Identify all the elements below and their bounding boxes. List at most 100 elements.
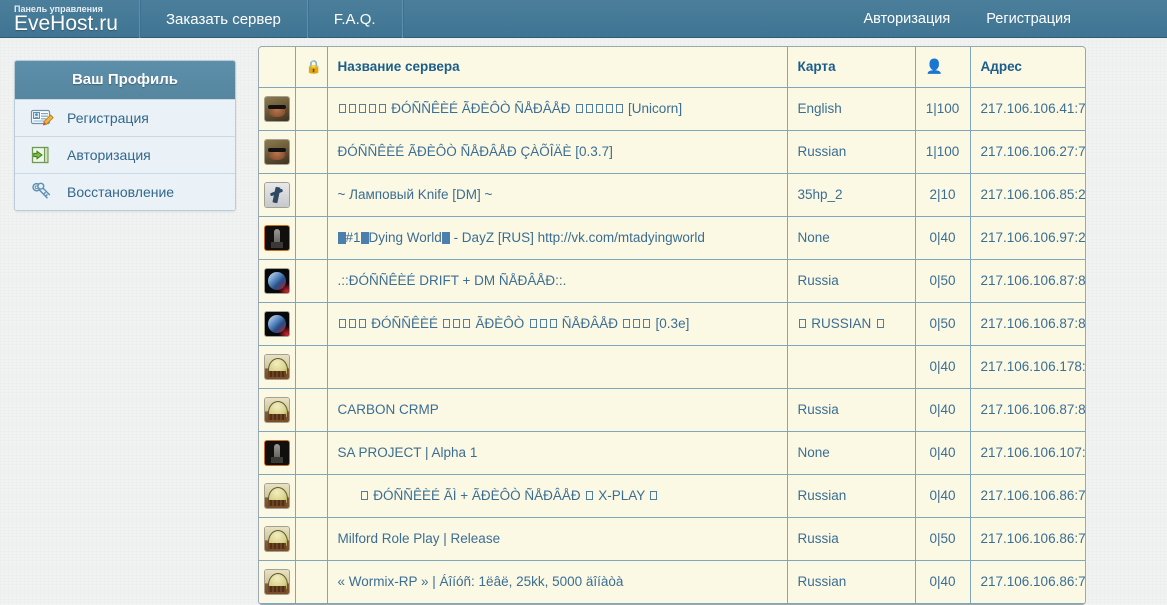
server-name-text: Milford Role Play | Release [338,531,501,546]
address-cell[interactable]: 217.106.106.87:8184 [970,259,1086,302]
nav-faq[interactable]: F.A.Q. [308,0,403,38]
registration-card-icon [29,106,55,130]
table-row[interactable]: SA PROJECT | Alpha 1None0|40217.106.106.… [259,431,1086,474]
players-cell: 0|40 [915,388,970,431]
players-cell: 0|40 [915,216,970,259]
server-name-text: #1Dying World - DayZ [RUS] http://vk.com… [338,230,705,245]
login-arrow-icon [29,143,55,167]
game-icon-cell [259,87,295,130]
column-header-password[interactable]: 🔒 [295,47,327,87]
missing-glyph [877,319,884,328]
brand-title: EveHost.ru [14,13,139,35]
nav-right-group: Авторизация Регистрация [846,0,1167,37]
top-navbar: Панель управления EveHost.ru Заказать се… [0,0,1167,38]
address-cell[interactable]: 217.106.106.86:7031 [970,560,1086,603]
server-name-cell[interactable]: .::ÐÓÑÑÊÈÉ DRIFT + DM ÑÅÐÂÅÐ::. [327,259,787,302]
table-row[interactable]: 0|40217.106.106.178:7160 [259,345,1086,388]
block-glyph [442,232,450,244]
map-cell: Russia [787,388,915,431]
missing-glyph [361,491,368,500]
samp-game-icon [265,140,289,164]
table-row[interactable]: ÐÓÑÑÊÈÉ ÃÌ + ÃÐÈÔÒ ÑÅÐÂÅÐ X-PLAY Russian… [259,474,1086,517]
address-cell[interactable]: 217.106.106.86:7002 [970,517,1086,560]
mta-game-icon [265,484,289,508]
mta-game-icon [265,570,289,594]
nav-login[interactable]: Авторизация [846,0,969,38]
address-cell[interactable]: 217.106.106.97:22003 [970,216,1086,259]
address-cell[interactable]: 217.106.106.41:7777 [970,87,1086,130]
profile-sidebar: Ваш Профиль Регистрация [14,60,236,211]
game-icon-cell [259,259,295,302]
map-cell: English [787,87,915,130]
password-cell [295,474,327,517]
column-header-address[interactable]: Адрес [970,47,1086,87]
game-icon-cell [259,517,295,560]
table-row[interactable]: ÐÓÑÑÊÈÉ ÃÐÈÔÒ ÑÅÐÂÅÐ ÇÀÕÎÄÈ [0.3.7]Russi… [259,130,1086,173]
address-cell[interactable]: 217.106.106.87:8019 [970,388,1086,431]
server-name-text: CARBON CRMP [338,402,439,417]
table-row[interactable]: CARBON CRMP Russia0|40217.106.106.87:8019 [259,388,1086,431]
address-cell[interactable]: 217.106.106.86:7025 [970,474,1086,517]
server-name-cell[interactable] [327,345,787,388]
sidebar-item-recovery[interactable]: Восстановление [15,173,235,210]
sidebar-item-label: Восстановление [67,184,174,200]
password-cell [295,560,327,603]
server-name-cell[interactable]: ÐÓÑÑÊÈÉ ÃÌ + ÃÐÈÔÒ ÑÅÐÂÅÐ X-PLAY [327,474,787,517]
missing-glyph [349,104,356,113]
table-row[interactable]: Milford Role Play | ReleaseRussia0|50217… [259,517,1086,560]
address-cell[interactable]: 217.106.106.107:22029 [970,431,1086,474]
password-cell [295,302,327,345]
column-header-server-name[interactable]: Название сервера [327,47,787,87]
table-row[interactable]: .::ÐÓÑÑÊÈÉ DRIFT + DM ÑÅÐÂÅÐ::.Russia0|5… [259,259,1086,302]
address-cell[interactable]: 217.106.106.27:7777 [970,130,1086,173]
sidebar-item-label: Регистрация [67,110,149,126]
address-cell[interactable]: 217.106.106.85:27201 [970,173,1086,216]
missing-glyph [379,104,386,113]
sidebar-item-authorization[interactable]: Авторизация [15,136,235,173]
server-name-text: « Wormix-RP » | Áîíóñ: 1ëâë, 25kk, 5000 … [338,574,624,589]
address-cell[interactable]: 217.106.106.87:8020 [970,302,1086,345]
map-cell: Russian [787,560,915,603]
dayz-game-icon [265,226,289,250]
server-name-cell[interactable]: ÐÓÑÑÊÈÉ ÃÐÈÔÒ ÑÅÐÂÅÐ [0.3e] [327,302,787,345]
table-row[interactable]: #1Dying World - DayZ [RUS] http://vk.com… [259,216,1086,259]
column-header-map[interactable]: Карта [787,47,915,87]
server-list-table: 🔒 Название сервера Карта 👤 Адрес ÐÓÑÑÊÈÉ… [259,47,1086,604]
table-row[interactable]: ÐÓÑÑÊÈÉ ÃÐÈÔÒ ÑÅÐÂÅÐ [0.3e] RUSSIAN 0|50… [259,302,1086,345]
missing-glyph [463,319,470,328]
server-name-cell[interactable]: Milford Role Play | Release [327,517,787,560]
server-name-cell[interactable]: ÐÓÑÑÊÈÉ ÃÐÈÔÒ ÑÅÐÂÅÐ ÇÀÕÎÄÈ [0.3.7] [327,130,787,173]
missing-glyph [623,319,630,328]
password-cell [295,130,327,173]
password-cell [295,87,327,130]
table-row[interactable]: ~ Ламповый Knife [DM] ~35hp_22|10217.106… [259,173,1086,216]
game-icon-cell [259,388,295,431]
server-name-text: ÐÓÑÑÊÈÉ ÃÌ + ÃÐÈÔÒ ÑÅÐÂÅÐ X-PLAY [338,488,659,503]
game-icon-cell [259,431,295,474]
players-cell: 1|100 [915,130,970,173]
map-cell: None [787,431,915,474]
nav-register[interactable]: Регистрация [968,0,1089,38]
missing-glyph [633,319,640,328]
server-name-cell[interactable]: SA PROJECT | Alpha 1 [327,431,787,474]
column-header-players[interactable]: 👤 [915,47,970,87]
sidebar-item-registration[interactable]: Регистрация [15,99,235,136]
server-name-cell[interactable]: ~ Ламповый Knife [DM] ~ [327,173,787,216]
missing-glyph [650,491,657,500]
keys-icon [29,180,55,204]
server-name-cell[interactable]: #1Dying World - DayZ [RUS] http://vk.com… [327,216,787,259]
samp-game-icon [265,97,289,121]
server-name-cell[interactable]: CARBON CRMP [327,388,787,431]
server-name-cell[interactable]: ÐÓÑÑÊÈÉ ÃÐÈÔÒ ÑÅÐÂÅÐ [Unicorn] [327,87,787,130]
table-row[interactable]: ÐÓÑÑÊÈÉ ÃÐÈÔÒ ÑÅÐÂÅÐ [Unicorn]English1|1… [259,87,1086,130]
game-icon-cell [259,130,295,173]
player-icon: 👤 [926,58,943,74]
nav-order-server[interactable]: Заказать сервер [140,0,308,38]
brand-logo[interactable]: Панель управления EveHost.ru [0,0,140,38]
server-name-text: SA PROJECT | Alpha 1 [338,445,478,460]
game-icon-cell [259,216,295,259]
server-name-cell[interactable]: « Wormix-RP » | Áîíóñ: 1ëâë, 25kk, 5000 … [327,560,787,603]
table-row[interactable]: « Wormix-RP » | Áîíóñ: 1ëâë, 25kk, 5000 … [259,560,1086,603]
cs-game-icon [265,183,289,207]
address-cell[interactable]: 217.106.106.178:7160 [970,345,1086,388]
